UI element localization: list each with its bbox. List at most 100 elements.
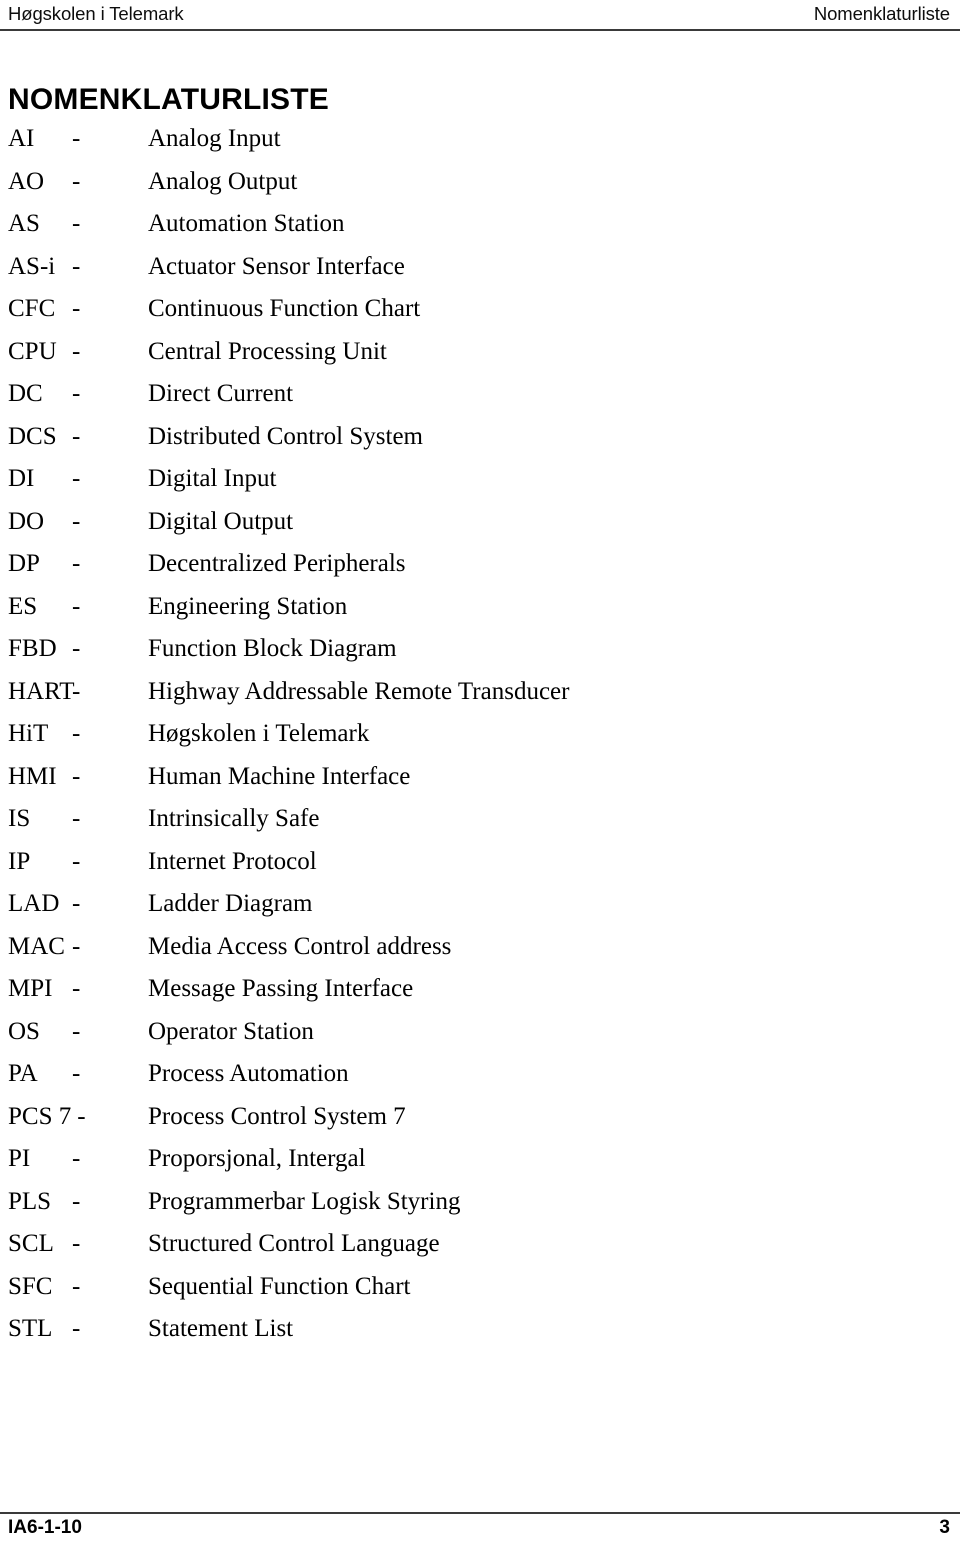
abbreviation-term: CFC: [8, 295, 56, 322]
separator-dash: -: [72, 1017, 81, 1045]
abbreviation-definition: Internet Protocol: [148, 847, 317, 875]
nomenclature-row: PLS - Programmerbar Logisk Styring: [0, 1181, 960, 1224]
abbreviation-term: DC: [8, 380, 43, 407]
separator-dash: -: [72, 252, 81, 280]
abbreviation-definition: Digital Output: [148, 507, 294, 535]
abbreviation-definition: Continuous Function Chart: [148, 295, 421, 322]
nomenclature-row: AI - Analog Input: [0, 118, 960, 161]
abbreviation-definition: Analog Input: [148, 125, 281, 152]
nomenclature-row: STL - Statement List: [0, 1308, 960, 1351]
header-divider-rule: [0, 29, 960, 31]
abbreviation-definition: Engineering Station: [148, 592, 348, 620]
abbreviation-term: DP: [8, 550, 40, 577]
abbreviation-term: CPU: [8, 337, 57, 365]
separator-dash: -: [72, 1230, 81, 1257]
abbreviation-term: LAD: [8, 890, 60, 917]
abbreviation-definition: Process Automation: [148, 1060, 349, 1087]
abbreviation-term: SFC: [8, 1272, 53, 1300]
abbreviation-term: AS-i: [8, 252, 56, 280]
separator-dash: -: [72, 125, 81, 152]
abbreviation-term: PCS 7: [8, 1102, 72, 1130]
document-page: Høgskolen i Telemark Nomenklaturliste NO…: [0, 0, 960, 1543]
abbreviation-definition: Programmerbar Logisk Styring: [148, 1187, 461, 1215]
nomenclature-row: MPI - Message Passing Interface: [0, 968, 960, 1011]
separator-dash: -: [72, 635, 81, 662]
abbreviation-definition: Message Passing Interface: [148, 975, 414, 1002]
abbreviation-term: FBD: [8, 635, 57, 662]
nomenclature-row: SFC - Sequential Function Chart: [0, 1266, 960, 1309]
nomenclature-row: DCS - Distributed Control System: [0, 416, 960, 459]
separator-dash: -: [72, 890, 81, 917]
abbreviation-definition: Intrinsically Safe: [148, 805, 320, 832]
nomenclature-row: HiT - Høgskolen i Telemark: [0, 713, 960, 756]
separator-dash: -: [72, 592, 81, 620]
footer-divider-rule: [0, 1512, 960, 1514]
nomenclature-row: CFC - Continuous Function Chart: [0, 288, 960, 331]
nomenclature-row: LAD - Ladder Diagram: [0, 883, 960, 926]
abbreviation-term: DI: [8, 465, 35, 492]
abbreviation-term: PI: [8, 1145, 31, 1172]
abbreviation-definition: Distributed Control System: [148, 422, 423, 450]
abbreviation-term: AI: [8, 125, 35, 152]
nomenclature-row: AS-i - Actuator Sensor Interface: [0, 246, 960, 289]
abbreviation-definition: Ladder Diagram: [148, 890, 313, 917]
abbreviation-definition: Process Control System 7: [148, 1102, 406, 1130]
separator-dash: -: [72, 975, 81, 1002]
nomenclature-row: CPU - Central Processing Unit: [0, 331, 960, 374]
nomenclature-row: DI - Digital Input: [0, 458, 960, 501]
abbreviation-definition: Function Block Diagram: [148, 635, 397, 662]
page-title: NOMENKLATURLISTE: [8, 83, 329, 117]
separator-dash: -: [72, 762, 81, 790]
nomenclature-row: AS - Automation Station: [0, 203, 960, 246]
nomenclature-row: SCL - Structured Control Language: [0, 1223, 960, 1266]
header-institution: Høgskolen i Telemark: [8, 3, 184, 24]
abbreviation-definition: Digital Input: [148, 465, 277, 492]
nomenclature-row: ES - Engineering Station: [0, 586, 960, 629]
nomenclature-row: FBD - Function Block Diagram: [0, 628, 960, 671]
page-header: Høgskolen i Telemark Nomenklaturliste: [8, 2, 950, 32]
nomenclature-row: AO - Analog Output: [0, 161, 960, 204]
abbreviation-term: DO: [8, 507, 45, 535]
abbreviation-definition: Decentralized Peripherals: [148, 550, 406, 577]
abbreviation-definition: Actuator Sensor Interface: [148, 252, 405, 280]
separator-dash: -: [72, 550, 81, 577]
abbreviation-term: HMI: [8, 762, 57, 790]
abbreviation-term: PA: [8, 1060, 38, 1087]
abbreviation-term: OS: [8, 1017, 40, 1045]
footer-page-number: 3: [939, 1517, 950, 1538]
nomenclature-row: DC - Direct Current: [0, 373, 960, 416]
nomenclature-row: HMI - Human Machine Interface: [0, 756, 960, 799]
nomenclature-row: DP - Decentralized Peripherals: [0, 543, 960, 586]
abbreviation-definition: Operator Station: [148, 1017, 314, 1045]
header-document-name: Nomenklaturliste: [813, 3, 950, 24]
separator-dash: -: [72, 677, 81, 705]
separator-dash: -: [72, 167, 81, 195]
abbreviation-term: SCL: [8, 1230, 54, 1257]
abbreviation-definition: Sequential Function Chart: [148, 1272, 411, 1300]
nomenclature-row: OS - Operator Station: [0, 1011, 960, 1054]
abbreviation-term: IP: [8, 847, 31, 875]
separator-dash: -: [72, 1272, 81, 1300]
abbreviation-definition: Direct Current: [148, 380, 294, 407]
abbreviation-term: IS: [8, 805, 31, 832]
nomenclature-list: AI - Analog Input AO - Analog Output AS - Automa…: [0, 118, 960, 1351]
separator-dash: -: [72, 1145, 81, 1172]
abbreviation-term: STL: [8, 1315, 53, 1342]
nomenclature-row: DO - Digital Output: [0, 501, 960, 544]
abbreviation-term: PLS: [8, 1187, 52, 1215]
abbreviation-term: AS: [8, 210, 40, 237]
abbreviation-term: HiT: [8, 720, 49, 747]
separator-dash: -: [72, 337, 81, 365]
abbreviation-term: HART: [8, 677, 75, 705]
separator-dash: -: [72, 1315, 81, 1342]
abbreviation-definition: Høgskolen i Telemark: [148, 720, 370, 747]
footer-document-code: IA6-1-10: [8, 1517, 82, 1538]
abbreviation-term: DCS: [8, 422, 57, 450]
nomenclature-row: MAC - Media Access Control address: [0, 926, 960, 969]
abbreviation-definition: Human Machine Interface: [148, 762, 411, 790]
separator-dash: -: [72, 507, 81, 535]
separator-dash: -: [72, 422, 81, 450]
separator-dash: -: [72, 295, 81, 322]
abbreviation-term: AO: [8, 167, 45, 195]
abbreviation-definition: Proporsjonal, Intergal: [148, 1145, 366, 1172]
